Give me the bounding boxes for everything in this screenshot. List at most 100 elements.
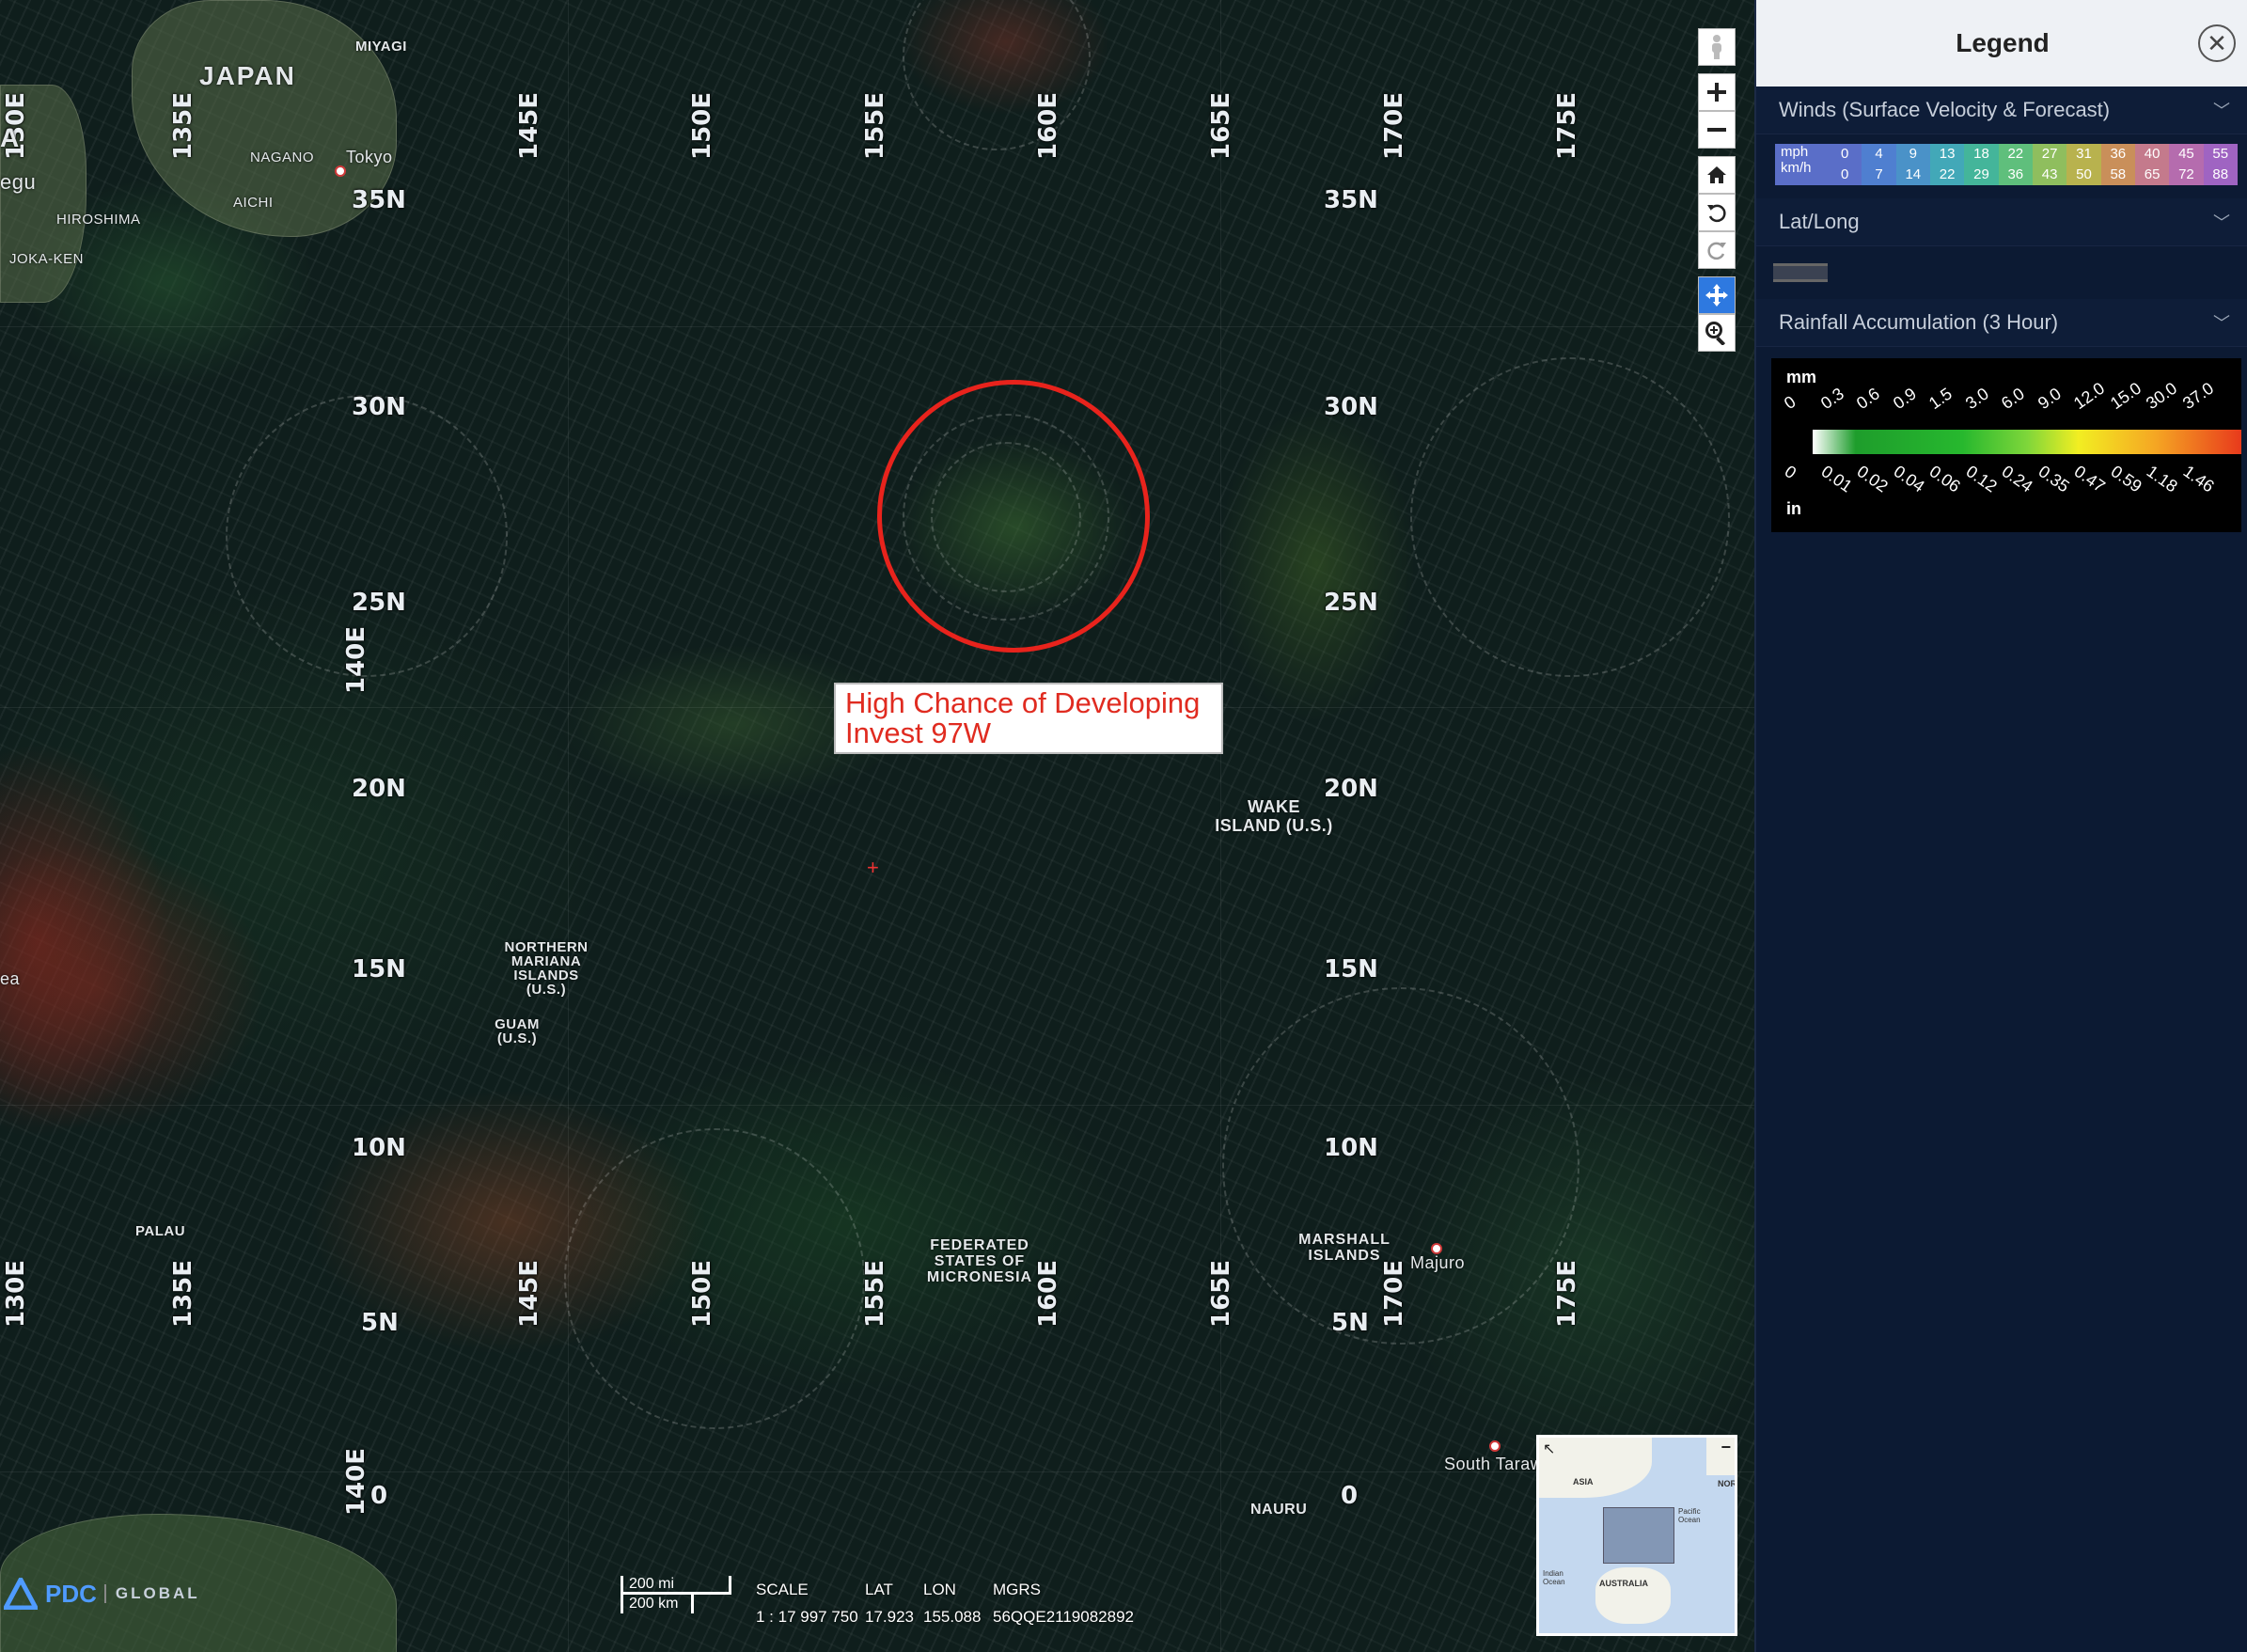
rain-mm-tick: 0.6: [1852, 384, 1883, 414]
overview-map[interactable]: ASIA AUSTRALIA NOR Pacific Ocean Indian …: [1536, 1435, 1737, 1636]
overview-collapse-icon[interactable]: −: [1721, 1438, 1731, 1457]
rain-in-tick: 0.24: [1998, 462, 2036, 496]
lat-readout: LAT 17.923: [865, 1576, 914, 1630]
wind-scale-cell: 22 36: [1998, 144, 2033, 185]
lon-label-155e: 155E: [861, 91, 889, 160]
scale-bar-miles: 200 mi: [621, 1576, 731, 1595]
place-wake-island: WAKE ISLAND (U.S.): [1215, 797, 1333, 835]
latlong-section-title: Lat/Long: [1779, 210, 1860, 233]
street-view-button[interactable]: [1698, 28, 1736, 66]
wind-kmh-value: 14: [1905, 166, 1922, 182]
place-fukuoka: JOKA-KEN: [9, 251, 85, 267]
wind-kmh-value: 43: [2041, 166, 2058, 182]
place-south-tarawa: South Taraw: [1444, 1455, 1544, 1473]
lat-value: 17.923: [865, 1608, 914, 1626]
rain-mm-label: mm: [1786, 368, 1817, 386]
scale-bar-km: 200 km: [621, 1595, 694, 1613]
wind-mph-value: 40: [2144, 146, 2161, 162]
wind-scale-cell: 18 29: [1964, 144, 1999, 185]
legend-section-rainfall[interactable]: Rainfall Accumulation (3 Hour) ﹀: [1756, 299, 2247, 347]
logo-text: PDC: [45, 1579, 97, 1608]
rainfall-section-title: Rainfall Accumulation (3 Hour): [1779, 310, 2059, 334]
rain-in-tick: 1.18: [2143, 462, 2181, 496]
lon-label-165e-bottom: 165E: [1207, 1259, 1235, 1328]
wind-scale-cell: 47: [1862, 144, 1896, 185]
home-button[interactable]: [1698, 156, 1736, 194]
annotation-line-2: Invest 97W: [845, 716, 992, 749]
lon-label-135e-bottom: 135E: [169, 1259, 197, 1328]
rainfall-color-bar: [1813, 430, 2241, 454]
invest-97w-annotation: High Chance of Developing Invest 97W: [834, 683, 1223, 754]
pdc-global-logo: PDC GLOBAL: [4, 1578, 200, 1610]
place-korea-partial: A: [0, 123, 22, 152]
wind-mph-value: 36: [2110, 146, 2127, 162]
lon-label-170e-bottom: 170E: [1380, 1259, 1408, 1328]
wind-mph-value: 55: [2212, 146, 2229, 162]
wind-kmh-value: 22: [1939, 166, 1956, 182]
wind-scale-cell: 31 50: [2066, 144, 2101, 185]
legend-section-winds[interactable]: Winds (Surface Velocity & Forecast) ﹀: [1756, 87, 2247, 134]
ov-label-asia: ASIA: [1573, 1477, 1594, 1487]
overview-extent-box[interactable]: [1603, 1507, 1674, 1564]
wind-kmh-value: 29: [1973, 166, 1989, 182]
logo-subtext: GLOBAL: [103, 1584, 200, 1603]
rain-mm-tick: 9.0: [2034, 384, 2065, 414]
lat-label-30n: 30N: [352, 393, 406, 421]
rotate-right-icon: [1707, 242, 1726, 260]
place-northern-mariana: NORTHERN MARIANA ISLANDS (U.S.): [504, 939, 589, 998]
wind-mph-value: 9: [1909, 146, 1917, 162]
rotate-left-button[interactable]: [1698, 194, 1736, 231]
rotate-right-button[interactable]: [1698, 231, 1736, 269]
close-icon[interactable]: ✕: [2198, 24, 2236, 62]
rain-mm-tick: 1.5: [1925, 384, 1956, 414]
rain-mm-tick: 6.0: [1997, 384, 2028, 414]
lat-label-10n-right: 10N: [1324, 1134, 1378, 1162]
minus-icon: [1707, 128, 1726, 132]
wind-mph-value: 45: [2178, 146, 2194, 162]
wind-mph-value: 22: [2007, 146, 2024, 162]
place-tokyo: Tokyo: [346, 148, 393, 166]
wind-scale-cell: 9 14: [1895, 144, 1930, 185]
place-nauru: NAURU: [1250, 1502, 1308, 1518]
rain-in-tick: 0.47: [2070, 462, 2109, 496]
wind-kmh-value: 72: [2178, 166, 2194, 182]
map-canvas[interactable]: 130E 135E 145E 150E 155E 160E 165E 170E …: [0, 0, 1754, 1652]
lat-label-30n-right: 30N: [1324, 393, 1378, 421]
pan-button[interactable]: [1698, 276, 1736, 314]
wind-mph-value: 13: [1939, 146, 1956, 162]
rain-mm-tick: 30.0: [2142, 378, 2181, 414]
rain-mm-tick: 12.0: [2069, 378, 2109, 414]
scale-readout: SCALE 1 : 17 997 750: [756, 1576, 858, 1630]
plus-icon: [1707, 83, 1726, 102]
magnifier-plus-icon: [1705, 322, 1726, 345]
place-guam: GUAM (U.S.): [495, 1016, 540, 1046]
lat-label-35n: 35N: [352, 186, 406, 214]
lon-label-155e-bottom: 155E: [861, 1259, 889, 1328]
overview-expand-icon[interactable]: ↖: [1543, 1440, 1555, 1458]
scale-value: 1 : 17 997 750: [756, 1608, 858, 1626]
legend-panel: Legend ✕ Winds (Surface Velocity & Forec…: [1754, 0, 2247, 1652]
wind-scale-cell: 27 43: [2032, 144, 2067, 185]
lon-label-140e: 140E: [342, 625, 370, 694]
wind-kmh-value: 36: [2007, 166, 2024, 182]
lon-readout: LON 155.088: [923, 1576, 981, 1630]
zoom-out-button[interactable]: [1698, 111, 1736, 149]
ov-australia-land: [1595, 1567, 1671, 1624]
lon-label-175e-bottom: 175E: [1553, 1259, 1581, 1328]
wind-kmh-value: 58: [2110, 166, 2127, 182]
place-aichi: AICHI: [233, 195, 274, 211]
lon-label-145e-bottom: 145E: [515, 1259, 543, 1328]
ov-label-australia: AUSTRALIA: [1599, 1579, 1648, 1588]
place-japan: JAPAN: [199, 61, 296, 90]
tokyo-marker: [335, 165, 346, 177]
legend-section-latlong[interactable]: Lat/Long ﹀: [1756, 198, 2247, 246]
wind-mph-value: 18: [1973, 146, 1989, 162]
wind-mph-value: 31: [2076, 146, 2092, 162]
zoom-box-button[interactable]: [1698, 314, 1736, 352]
chevron-down-icon: ﹀: [2213, 102, 2230, 120]
wind-kmh-value: 88: [2212, 166, 2229, 182]
lat-label-5n-right: 5N: [1331, 1309, 1369, 1337]
zoom-in-button[interactable]: [1698, 73, 1736, 111]
lon-label-160e-bottom: 160E: [1034, 1259, 1062, 1328]
wind-kmh-value: 7: [1875, 166, 1883, 182]
